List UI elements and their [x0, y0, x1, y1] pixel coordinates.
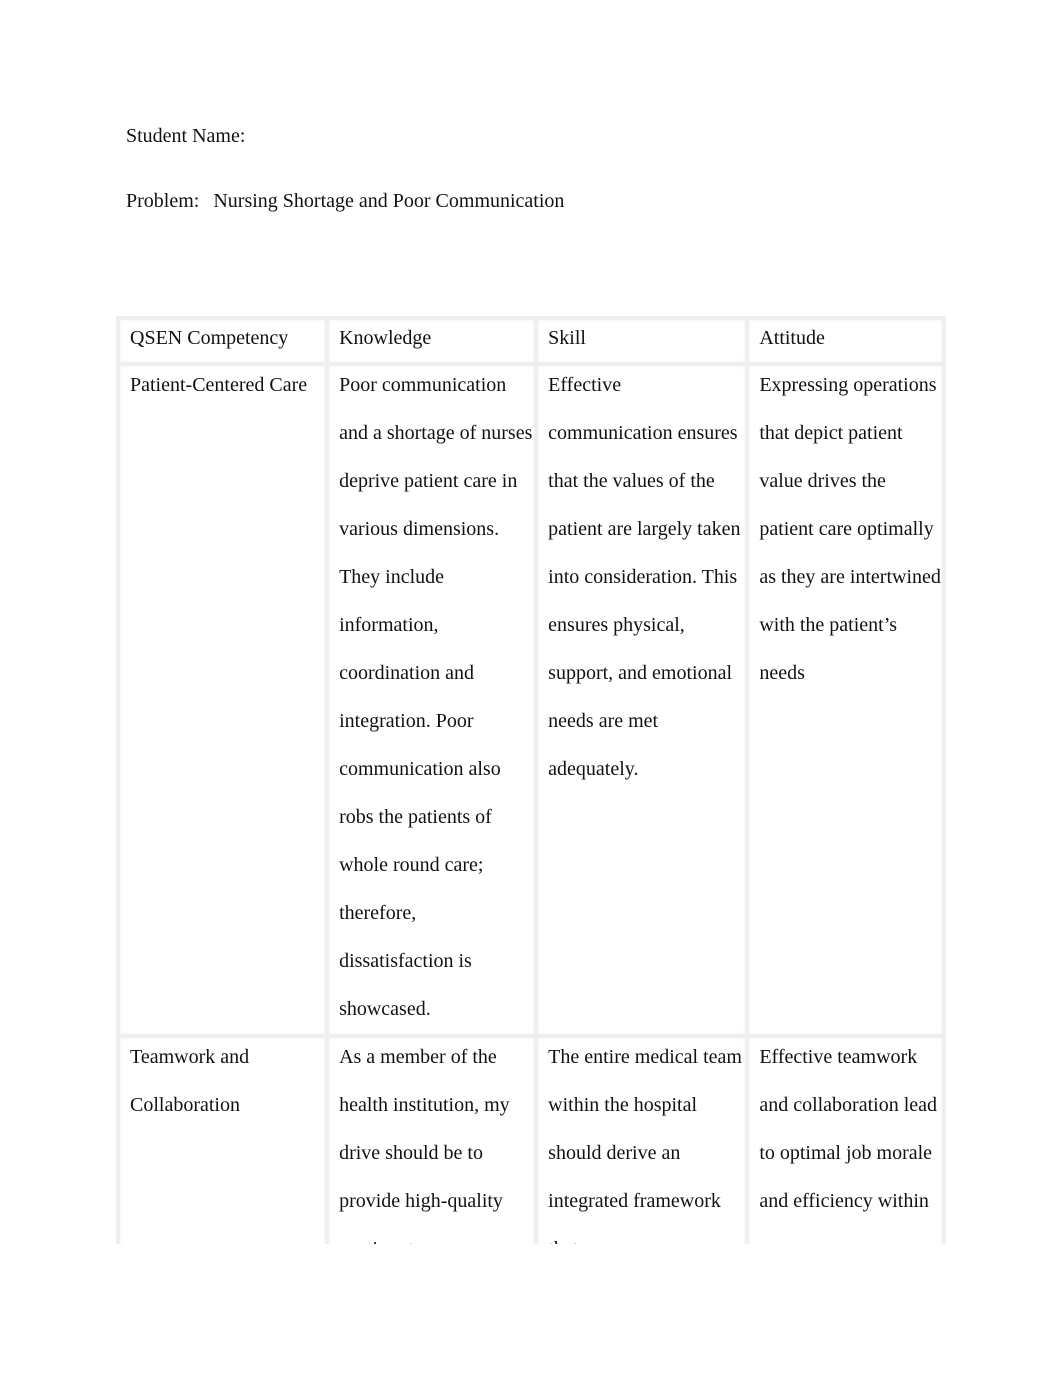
- column-header: QSEN Competency: [116, 316, 330, 366]
- competency-cell: Patient-Centered Care: [116, 362, 330, 1038]
- knowledge-cell: Poor communication and a shortage of nur…: [325, 362, 539, 1038]
- student-name-label: Student Name:: [126, 125, 246, 147]
- attitude-cell: Effective teamwork and collaboration lea…: [745, 1034, 946, 1244]
- table-row: Patient-Centered Care Poor communication…: [116, 362, 946, 1038]
- problem-line: Problem: Nursing Shortage and Poor Commun…: [126, 189, 564, 213]
- problem-value: Nursing Shortage and Poor Communication: [213, 190, 565, 212]
- column-header: Attitude: [745, 316, 946, 366]
- table-header-row: QSEN Competency Knowledge Skill Attitude: [116, 316, 946, 366]
- column-header: Skill: [534, 316, 750, 366]
- competency-cell: Teamwork and Collaboration: [116, 1034, 330, 1244]
- problem-label: Problem:: [126, 190, 200, 212]
- skill-cell: Effective communication ensures that the…: [534, 362, 750, 1038]
- attitude-cell: Expressing operations that depict patien…: [745, 362, 946, 1038]
- knowledge-cell: As a member of the health institution, m…: [325, 1034, 539, 1244]
- column-header: Knowledge: [325, 316, 539, 366]
- table-row: Teamwork and Collaboration As a member o…: [116, 1034, 946, 1244]
- skill-cell: The entire medical team within the hospi…: [534, 1034, 750, 1244]
- qsen-table: QSEN Competency Knowledge Skill Attitude…: [116, 316, 946, 1244]
